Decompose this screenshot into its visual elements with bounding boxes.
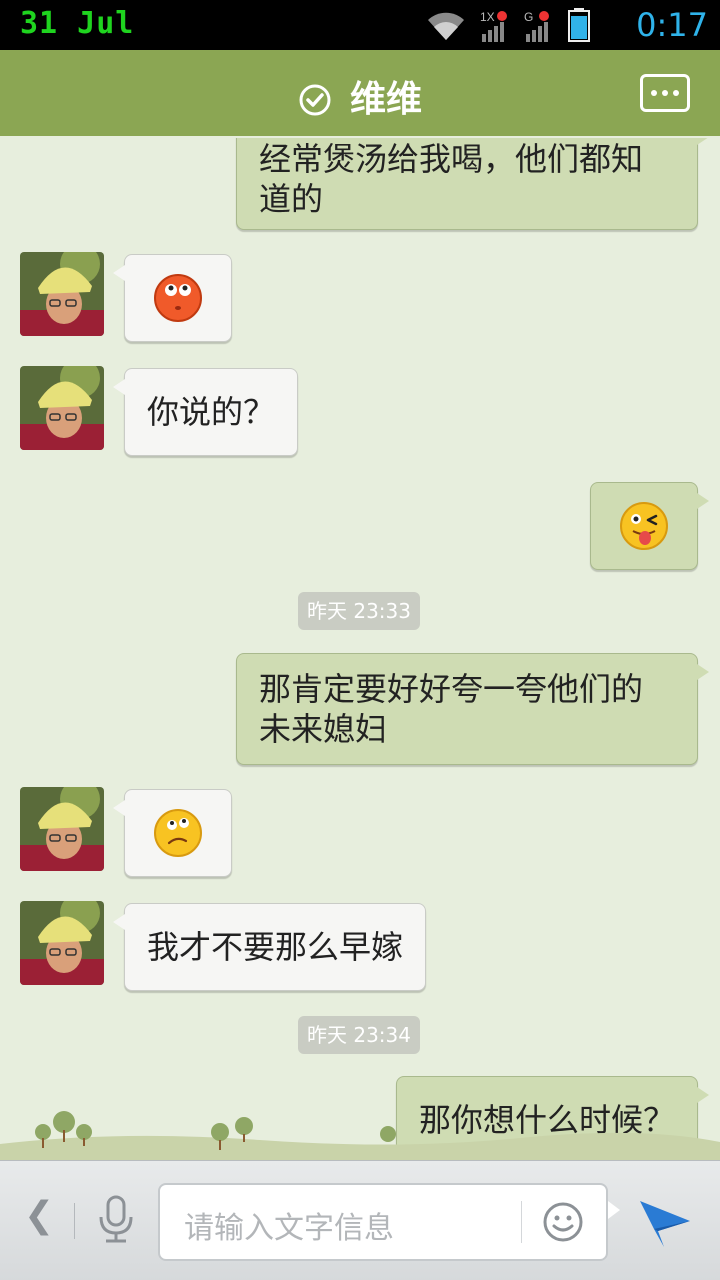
avatar[interactable] xyxy=(20,787,104,871)
chevron-left-icon[interactable]: ❮ xyxy=(24,1195,54,1236)
avatar[interactable] xyxy=(20,901,104,985)
message-list[interactable]: 经常煲汤给我喝，他们都知 道的 你说的？ 昨天 23:33 那肯定要好好夸一夸他… xyxy=(0,138,720,1160)
avatar[interactable] xyxy=(20,252,104,336)
avatar-image xyxy=(20,901,104,985)
signal-1x-icon: 1X xyxy=(480,10,507,42)
check-circle-icon xyxy=(299,84,331,116)
message-bubble-outgoing[interactable]: 那肯定要好好夸一夸他们的 未来媳妇 xyxy=(236,653,709,765)
signal-g-icon: G xyxy=(524,10,549,42)
status-icons: 1X G xyxy=(426,8,590,42)
send-icon[interactable] xyxy=(636,1191,694,1249)
more-dots-icon xyxy=(651,90,657,96)
battery-icon xyxy=(568,8,590,42)
input-placeholder: 请输入文字信息 xyxy=(184,1211,394,1246)
timestamp: 昨天 23:33 xyxy=(298,592,420,630)
avatar[interactable] xyxy=(20,366,104,450)
landscape-decoration xyxy=(0,1111,720,1162)
message-bubble-outgoing[interactable]: 经常煲汤给我喝，他们都知 道的 xyxy=(236,138,709,230)
smiley-icon[interactable] xyxy=(542,1201,584,1243)
message-text: 我才不要那么早嫁 xyxy=(147,928,404,966)
message-bubble-incoming[interactable] xyxy=(113,789,232,877)
message-bubble-outgoing[interactable] xyxy=(590,482,709,570)
message-text: 那肯定要好好夸一夸他们的 未来媳妇 xyxy=(259,670,644,748)
status-time: 0:17 xyxy=(636,6,708,44)
message-input[interactable]: 请输入文字信息 xyxy=(158,1183,620,1261)
status-date: 31 Jul xyxy=(20,6,135,41)
rolling-eyes-emoji-icon xyxy=(154,274,202,322)
status-bar: 31 Jul 1X G 0:17 xyxy=(0,0,720,50)
more-dot xyxy=(673,90,679,96)
wink-tongue-emoji-icon xyxy=(620,502,668,550)
avatar-image xyxy=(20,252,104,336)
microphone-icon[interactable] xyxy=(96,1195,136,1245)
message-text: 你说的？ xyxy=(147,393,276,431)
chat-header: 维维 xyxy=(0,50,720,136)
message-bubble-incoming[interactable] xyxy=(113,254,232,342)
timestamp: 昨天 23:34 xyxy=(298,1016,420,1054)
confused-emoji-icon xyxy=(154,809,202,857)
header-title-wrap: 维维 xyxy=(0,70,720,122)
more-button[interactable] xyxy=(640,74,690,112)
more-dot xyxy=(662,90,668,96)
header-edge xyxy=(0,128,720,136)
input-bar: ❮ 请输入文字信息 xyxy=(0,1160,720,1280)
avatar-image xyxy=(20,787,104,871)
svg-text:G: G xyxy=(524,10,533,24)
svg-text:1X: 1X xyxy=(480,10,495,24)
message-text: 经常煲汤给我喝，他们都知 道的 xyxy=(259,140,644,218)
input-divider xyxy=(521,1201,522,1243)
message-bubble-incoming[interactable]: 你说的？ xyxy=(112,368,299,456)
avatar-image xyxy=(20,366,104,450)
divider xyxy=(74,1203,75,1239)
contact-name: 维维 xyxy=(349,79,422,120)
message-bubble-incoming[interactable]: 我才不要那么早嫁 xyxy=(112,903,427,991)
wifi-icon xyxy=(428,12,464,40)
